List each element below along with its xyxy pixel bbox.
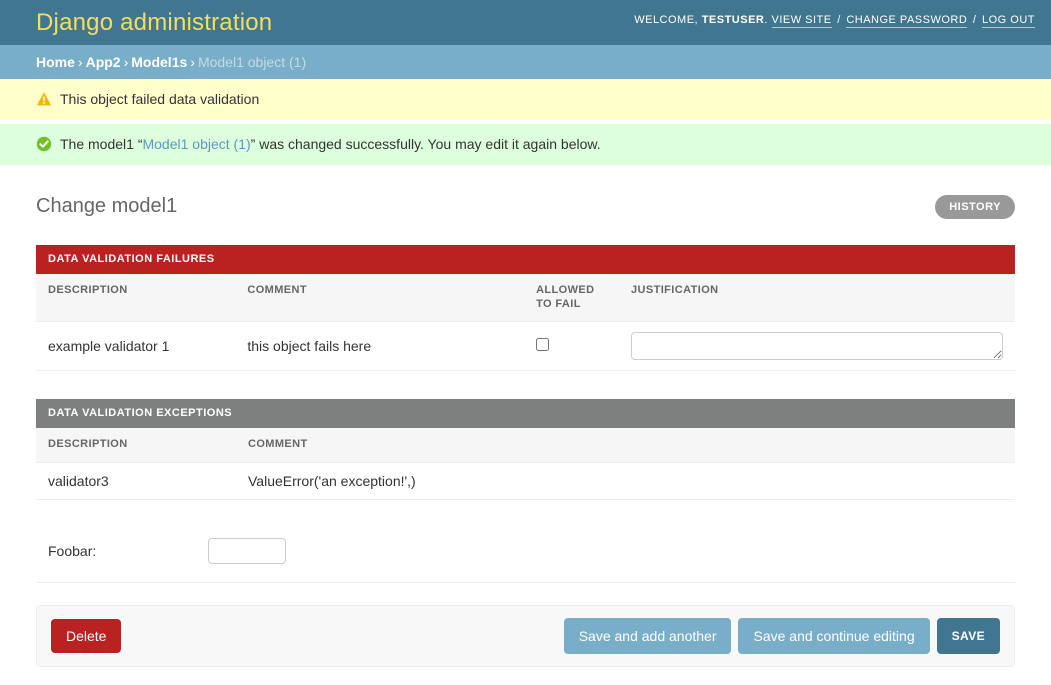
allowed-to-fail-checkbox[interactable] [536, 338, 550, 352]
breadcrumb: Home › App2 › Model1s › Model1 object (1) [0, 45, 1051, 79]
failure-comment-cell: this object fails here [235, 321, 525, 372]
failures-col-description: Description [36, 273, 236, 323]
page-title: Change model1 [36, 195, 178, 218]
breadcrumb-app[interactable]: App2 [86, 54, 121, 70]
table-row: validator3 ValueError('an exception!',) [36, 462, 1015, 501]
site-title: Django administration [36, 8, 273, 36]
exceptions-col-comment: Comment [236, 428, 1015, 464]
change-password-link[interactable]: Change password [846, 14, 968, 28]
foobar-field[interactable] [208, 538, 286, 565]
failures-col-allowed-to-fail: Allowed to fail [524, 273, 619, 323]
branding: Django administration [36, 8, 273, 36]
failure-description-cell: example validator 1 [36, 321, 236, 372]
submit-row: Delete Save and add another Save and con… [36, 605, 1015, 668]
exceptions-table-head: Description Comment [36, 428, 1015, 464]
save-and-add-another-button[interactable]: Save and add another [563, 618, 732, 655]
content-title-row: Change model1 History [36, 189, 1015, 225]
failures-table-head: Description Comment Allowed to fail Just… [36, 273, 1015, 323]
welcome-period: . [764, 14, 768, 26]
failures-header-row: Description Comment Allowed to fail Just… [36, 273, 1015, 323]
breadcrumb-chevron-3: › [190, 54, 195, 70]
table-row: example validator 1 this object fails he… [36, 321, 1015, 372]
success-message-prefix: The model1 “ [60, 135, 143, 152]
failures-col-justification: Justification [619, 273, 1015, 323]
breadcrumb-chevron-2: › [123, 54, 129, 70]
view-site-link[interactable]: View site [771, 14, 832, 28]
success-message-object-link[interactable]: Model1 object (1) [142, 136, 250, 152]
exception-description-cell: validator3 [36, 462, 236, 501]
data-validation-failures-module: Data validation failures Description Com… [36, 244, 1015, 372]
welcome-text: Welcome, [634, 14, 699, 26]
warning-message: This object failed data validation [0, 79, 1051, 120]
user-tools-separator-2: / [972, 14, 977, 26]
failure-allowed-to-fail-cell [524, 321, 619, 372]
user-tools: Welcome, testuser. View site / Change pa… [634, 14, 1035, 28]
breadcrumb-home[interactable]: Home [36, 54, 75, 70]
user-tools-separator-1: / [837, 14, 841, 26]
failures-table-body: example validator 1 this object fails he… [36, 321, 1015, 372]
justification-textarea[interactable] [631, 332, 1003, 361]
failure-justification-cell [619, 321, 1015, 372]
success-check-icon [36, 136, 52, 152]
delete-button[interactable]: Delete [51, 619, 122, 654]
save-button[interactable]: Save [936, 618, 1000, 655]
exceptions-table: Description Comment validator3 ValueErro… [36, 428, 1015, 501]
exceptions-col-description: Description [36, 428, 236, 464]
warning-triangle-icon [36, 91, 52, 107]
success-message: The model1 “Model1 object (1)” was chang… [0, 123, 1051, 165]
log-out-link[interactable]: Log out [981, 14, 1035, 28]
object-tools: History [935, 194, 1015, 219]
breadcrumb-chevron-1: › [77, 54, 83, 70]
history-button[interactable]: History [935, 194, 1015, 219]
save-and-continue-button[interactable]: Save and continue editing [738, 618, 930, 655]
exceptions-header-row: Description Comment [36, 428, 1015, 464]
foobar-label: Foobar: [48, 543, 97, 560]
exceptions-module-heading: Data validation exceptions [36, 399, 1015, 429]
success-message-suffix: ” was changed successfully. You may edit… [250, 135, 601, 152]
breadcrumb-current: Model1 object (1) [197, 54, 307, 70]
failures-col-comment: Comment [235, 273, 525, 323]
site-header: Django administration Welcome, testuser.… [0, 0, 1051, 45]
warning-message-text: This object failed data validation [60, 91, 260, 107]
form-row-foobar: Foobar: [36, 528, 1015, 584]
failures-module-heading: Data validation failures [36, 244, 1015, 274]
history-list-item: History [935, 194, 1015, 219]
message-list: This object failed data validation The m… [0, 79, 1051, 165]
content-area: Change model1 History Data validation fa… [0, 169, 1051, 668]
data-validation-exceptions-module: Data validation exceptions Description C… [36, 399, 1015, 501]
failures-table: Description Comment Allowed to fail Just… [36, 273, 1015, 372]
exception-comment-cell: ValueError('an exception!',) [236, 462, 1015, 501]
exceptions-table-body: validator3 ValueError('an exception!',) [36, 462, 1015, 501]
username: testuser [701, 14, 765, 26]
breadcrumb-model[interactable]: Model1s [131, 54, 187, 70]
